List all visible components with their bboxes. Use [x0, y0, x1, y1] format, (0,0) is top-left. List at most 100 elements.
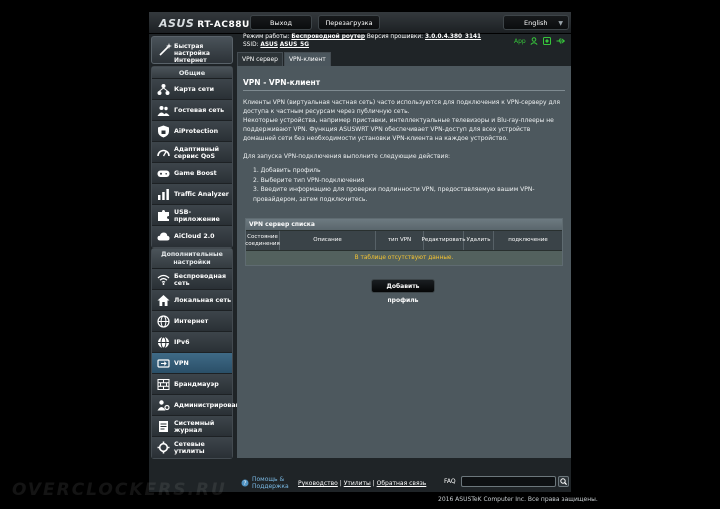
language-value: English [524, 19, 548, 27]
advanced-section: Дополнительные настройки Беспроводная се… [151, 248, 249, 459]
mode-link[interactable]: Беспроводной роутер [291, 34, 365, 40]
list-item: 2. Выберите тип VPN-подключения [253, 176, 365, 184]
administration-icon [157, 400, 170, 411]
sidebar-item-label: Сетевые утилиты [174, 440, 205, 455]
page-title: VPN - VPN-клиент [243, 78, 321, 87]
firewall-icon [157, 379, 170, 390]
footer: ? Помощь & Поддержка Руководство | Утили… [237, 474, 571, 492]
qos-gauge-icon [157, 149, 170, 157]
tab-bar: VPN сервер VPN-клиент [237, 52, 332, 66]
sidebar-item-traffic-analyzer[interactable]: Traffic Analyzer [152, 184, 232, 205]
quick-internet-setup-button[interactable]: Быстрая настройка Интернет [151, 36, 233, 64]
instructions-paragraph: Для запуска VPN-подключения выполните сл… [243, 153, 451, 160]
logout-button[interactable]: Выход [250, 15, 312, 30]
language-select[interactable]: English ▼ [503, 15, 569, 30]
column-header: Удалить [464, 231, 494, 250]
table-header-row: Состояние соединения Описание тип VPN Ре… [245, 230, 562, 250]
internet-status-icon[interactable] [543, 37, 551, 45]
ssid-5g-link[interactable]: ASUS_5G [280, 42, 309, 48]
sidebar-item-firewall[interactable]: Брандмауэр [152, 374, 232, 395]
sidebar-item-vpn[interactable]: VPN [152, 353, 232, 374]
add-profile-button[interactable]: Добавить профиль [371, 279, 435, 304]
status-icons [530, 37, 565, 45]
operation-mode-row: Режим работы: Беспроводной роутер Версия… [243, 34, 481, 40]
tab-vpn-client[interactable]: VPN-клиент [283, 52, 331, 66]
help-support-link[interactable]: ? Помощь & Поддержка [241, 476, 289, 490]
sidebar-item-label: Адаптивный сервис QoS [174, 145, 220, 160]
help-icon: ? [241, 479, 249, 487]
feedback-link[interactable]: Обратная связь [377, 480, 427, 487]
column-header: подключение [508, 237, 548, 243]
sidebar-item-network-tools[interactable]: Сетевые утилиты [152, 437, 232, 458]
sidebar-item-network-map[interactable]: Карта сети [152, 79, 232, 100]
table-title: VPN сервер списка [246, 219, 562, 230]
firmware-link[interactable]: 3.0.0.4.380_3141 [425, 34, 481, 40]
sidebar-item-label: IPv6 [174, 339, 190, 346]
sidebar-item-qos[interactable]: Адаптивный сервис QoS [152, 142, 232, 163]
sidebar-item-ipv6[interactable]: IPv6 [152, 332, 232, 353]
asus-logo: ASUS RT-AC88U [159, 17, 250, 30]
puzzle-icon [158, 210, 169, 221]
network-map-icon [157, 84, 170, 95]
sidebar-item-label: Системный журнал [174, 419, 215, 434]
ssid-label: SSID: [243, 42, 259, 48]
sidebar-item-label: Интернет [174, 318, 209, 325]
advanced-section-title: Дополнительные настройки [152, 249, 232, 269]
intro-paragraph: Клиенты VPN (виртуальная частная сеть) ч… [243, 99, 561, 115]
faq-search-input[interactable] [461, 476, 556, 487]
status-strip: Режим работы: Беспроводной роутер Версия… [237, 33, 571, 51]
faq-search-button[interactable] [558, 476, 569, 487]
reboot-button[interactable]: Перезагрузка [318, 15, 380, 30]
magic-wand-icon [159, 43, 172, 56]
column-header: тип VPN [376, 231, 424, 250]
sidebar-item-label: USB-приложение [174, 208, 220, 223]
empty-table-message: В таблице отсутствуют данные. [246, 250, 562, 265]
gamepad-icon [157, 170, 170, 177]
firmware-label: Версия прошивки: [366, 34, 424, 40]
usb-icon[interactable] [556, 37, 565, 45]
network-tools-icon [157, 441, 170, 454]
sidebar-item-label: AiCloud 2.0 [174, 233, 215, 240]
search-icon [560, 478, 567, 485]
app-link[interactable]: App [514, 38, 526, 45]
general-section: Общие Карта сети Гостевая сеть AiProtect… [151, 66, 233, 248]
link-separator: | [339, 480, 342, 487]
link-separator: | [372, 480, 375, 487]
title-divider [243, 90, 565, 91]
sidebar-item-game-boost[interactable]: Game Boost [152, 163, 232, 184]
home-icon [157, 295, 170, 306]
help-support-label: Помощь & Поддержка [252, 476, 289, 490]
sidebar-item-aicloud[interactable]: AiCloud 2.0 [152, 226, 232, 247]
model-name: RT-AC88U [197, 20, 250, 30]
sidebar-item-system-log[interactable]: Системный журнал [152, 416, 232, 437]
sidebar-item-label: Беспроводная сеть [174, 272, 227, 287]
faq-label: FAQ [444, 478, 456, 485]
sidebar: Быстрая настройка Интернет Общие Карта с… [151, 36, 249, 459]
sidebar-item-label: Game Boost [174, 170, 217, 177]
wireless-icon [157, 274, 170, 285]
sidebar-item-label: Карта сети [174, 86, 215, 93]
ssid-24g-link[interactable]: ASUS [260, 42, 278, 48]
vpn-icon [157, 359, 170, 368]
sidebar-item-aiprotection[interactable]: AiProtection [152, 121, 232, 142]
ssid-row: SSID: ASUS ASUS_5G [243, 42, 309, 48]
column-header: Описание [280, 231, 376, 250]
guest-network-icon [157, 106, 170, 116]
user-icon[interactable] [530, 37, 538, 45]
sidebar-item-usb-application[interactable]: USB-приложение [152, 205, 232, 226]
traffic-analyzer-icon [158, 189, 169, 200]
footer-links: Руководство | Утилиты | Обратная связь [298, 480, 426, 487]
sidebar-item-label: Брандмауэр [174, 381, 219, 388]
description-paragraph: Некоторые устройства, например приставки… [243, 117, 554, 142]
utilities-link[interactable]: Утилиты [344, 480, 371, 487]
sidebar-item-wan[interactable]: Интернет [152, 311, 232, 332]
steps-list: 1. Добавить профиль 2. Выберите тип VPN-… [253, 166, 553, 204]
manual-link[interactable]: Руководство [298, 480, 338, 487]
list-item: 1. Добавить профиль [253, 167, 321, 174]
sidebar-item-administration[interactable]: Администрирование [152, 395, 249, 416]
sidebar-item-wireless[interactable]: Беспроводная сеть [152, 269, 232, 290]
sidebar-item-lan[interactable]: Локальная сеть [152, 290, 232, 311]
sidebar-item-label: Гостевая сеть [174, 107, 225, 114]
sidebar-item-guest-network[interactable]: Гостевая сеть [152, 100, 232, 121]
tab-vpn-server[interactable]: VPN сервер [237, 52, 283, 66]
